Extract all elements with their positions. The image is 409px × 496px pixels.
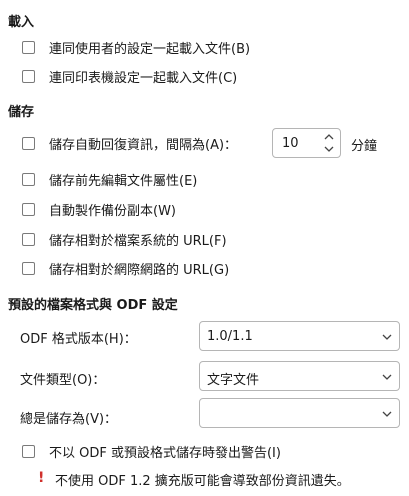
- relative-filesystem-url-label: 儲存相對於檔案系統的 URL(F): [49, 233, 227, 249]
- load-user-settings-option[interactable]: 連同使用者的設定一起載入文件(B): [22, 36, 250, 58]
- load-printer-settings-label: 連同印表機設定一起載入文件(C): [49, 70, 238, 86]
- autorecovery-label: 儲存自動回復資訊，間隔為(A)：: [49, 137, 238, 153]
- default-format-section-heading: 預設的檔案格式與 ODF 設定: [8, 298, 178, 313]
- autorecovery-interval-value: 10: [282, 136, 299, 151]
- autorecovery-option[interactable]: 儲存自動回復資訊，間隔為(A)：: [22, 132, 237, 154]
- save-section-heading: 儲存: [8, 105, 35, 120]
- edit-properties-checkbox[interactable]: [22, 172, 35, 186]
- always-save-as-label: 總是儲存為(V)：: [20, 412, 118, 427]
- load-printer-settings-option[interactable]: 連同印表機設定一起載入文件(C): [22, 65, 237, 87]
- exclamation-icon: !: [38, 470, 45, 486]
- relative-filesystem-url-checkbox[interactable]: [22, 232, 35, 246]
- edit-properties-option[interactable]: 儲存前先編輯文件屬性(E): [22, 168, 197, 190]
- backup-copy-checkbox[interactable]: [22, 202, 35, 216]
- odf-version-value: 1.0/1.1: [207, 329, 253, 344]
- relative-filesystem-url-option[interactable]: 儲存相對於檔案系統的 URL(F): [22, 228, 227, 250]
- warn-non-odf-checkbox[interactable]: [22, 444, 35, 458]
- autorecovery-checkbox[interactable]: [22, 136, 35, 150]
- odf-version-label: ODF 格式版本(H)：: [20, 332, 137, 347]
- warn-non-odf-label: 不以 ODF 或預設格式儲存時發出警告(I): [49, 445, 281, 461]
- odf-warning-text: 不使用 ODF 1.2 擴充版可能會導致部份資訊遺失。: [55, 474, 350, 489]
- chevron-down-icon: [382, 334, 392, 340]
- doc-type-dropdown[interactable]: 文字文件: [199, 361, 400, 391]
- backup-copy-label: 自動製作備份副本(W): [49, 203, 176, 219]
- relative-internet-url-checkbox[interactable]: [22, 261, 35, 275]
- spin-up-icon[interactable]: [323, 131, 335, 143]
- autorecovery-unit-label: 分鐘: [351, 139, 378, 154]
- spin-down-icon[interactable]: [323, 143, 335, 155]
- autorecovery-interval-spinbox[interactable]: 10: [272, 128, 341, 158]
- load-printer-settings-checkbox[interactable]: [22, 69, 35, 83]
- load-section-heading: 載入: [8, 15, 35, 30]
- load-user-settings-checkbox[interactable]: [22, 40, 35, 54]
- edit-properties-label: 儲存前先編輯文件屬性(E): [49, 173, 198, 189]
- chevron-down-icon: [382, 411, 392, 417]
- load-user-settings-label: 連同使用者的設定一起載入文件(B): [49, 41, 251, 57]
- odf-version-dropdown[interactable]: 1.0/1.1: [199, 321, 400, 351]
- always-save-as-dropdown[interactable]: [199, 398, 400, 428]
- relative-internet-url-label: 儲存相對於網際網路的 URL(G): [49, 262, 230, 278]
- chevron-down-icon: [382, 374, 392, 380]
- warn-non-odf-option[interactable]: 不以 ODF 或預設格式儲存時發出警告(I): [22, 440, 281, 462]
- doc-type-value: 文字文件: [207, 373, 260, 388]
- doc-type-label: 文件類型(O)：: [20, 373, 106, 388]
- relative-internet-url-option[interactable]: 儲存相對於網際網路的 URL(G): [22, 257, 229, 279]
- backup-copy-option[interactable]: 自動製作備份副本(W): [22, 198, 176, 220]
